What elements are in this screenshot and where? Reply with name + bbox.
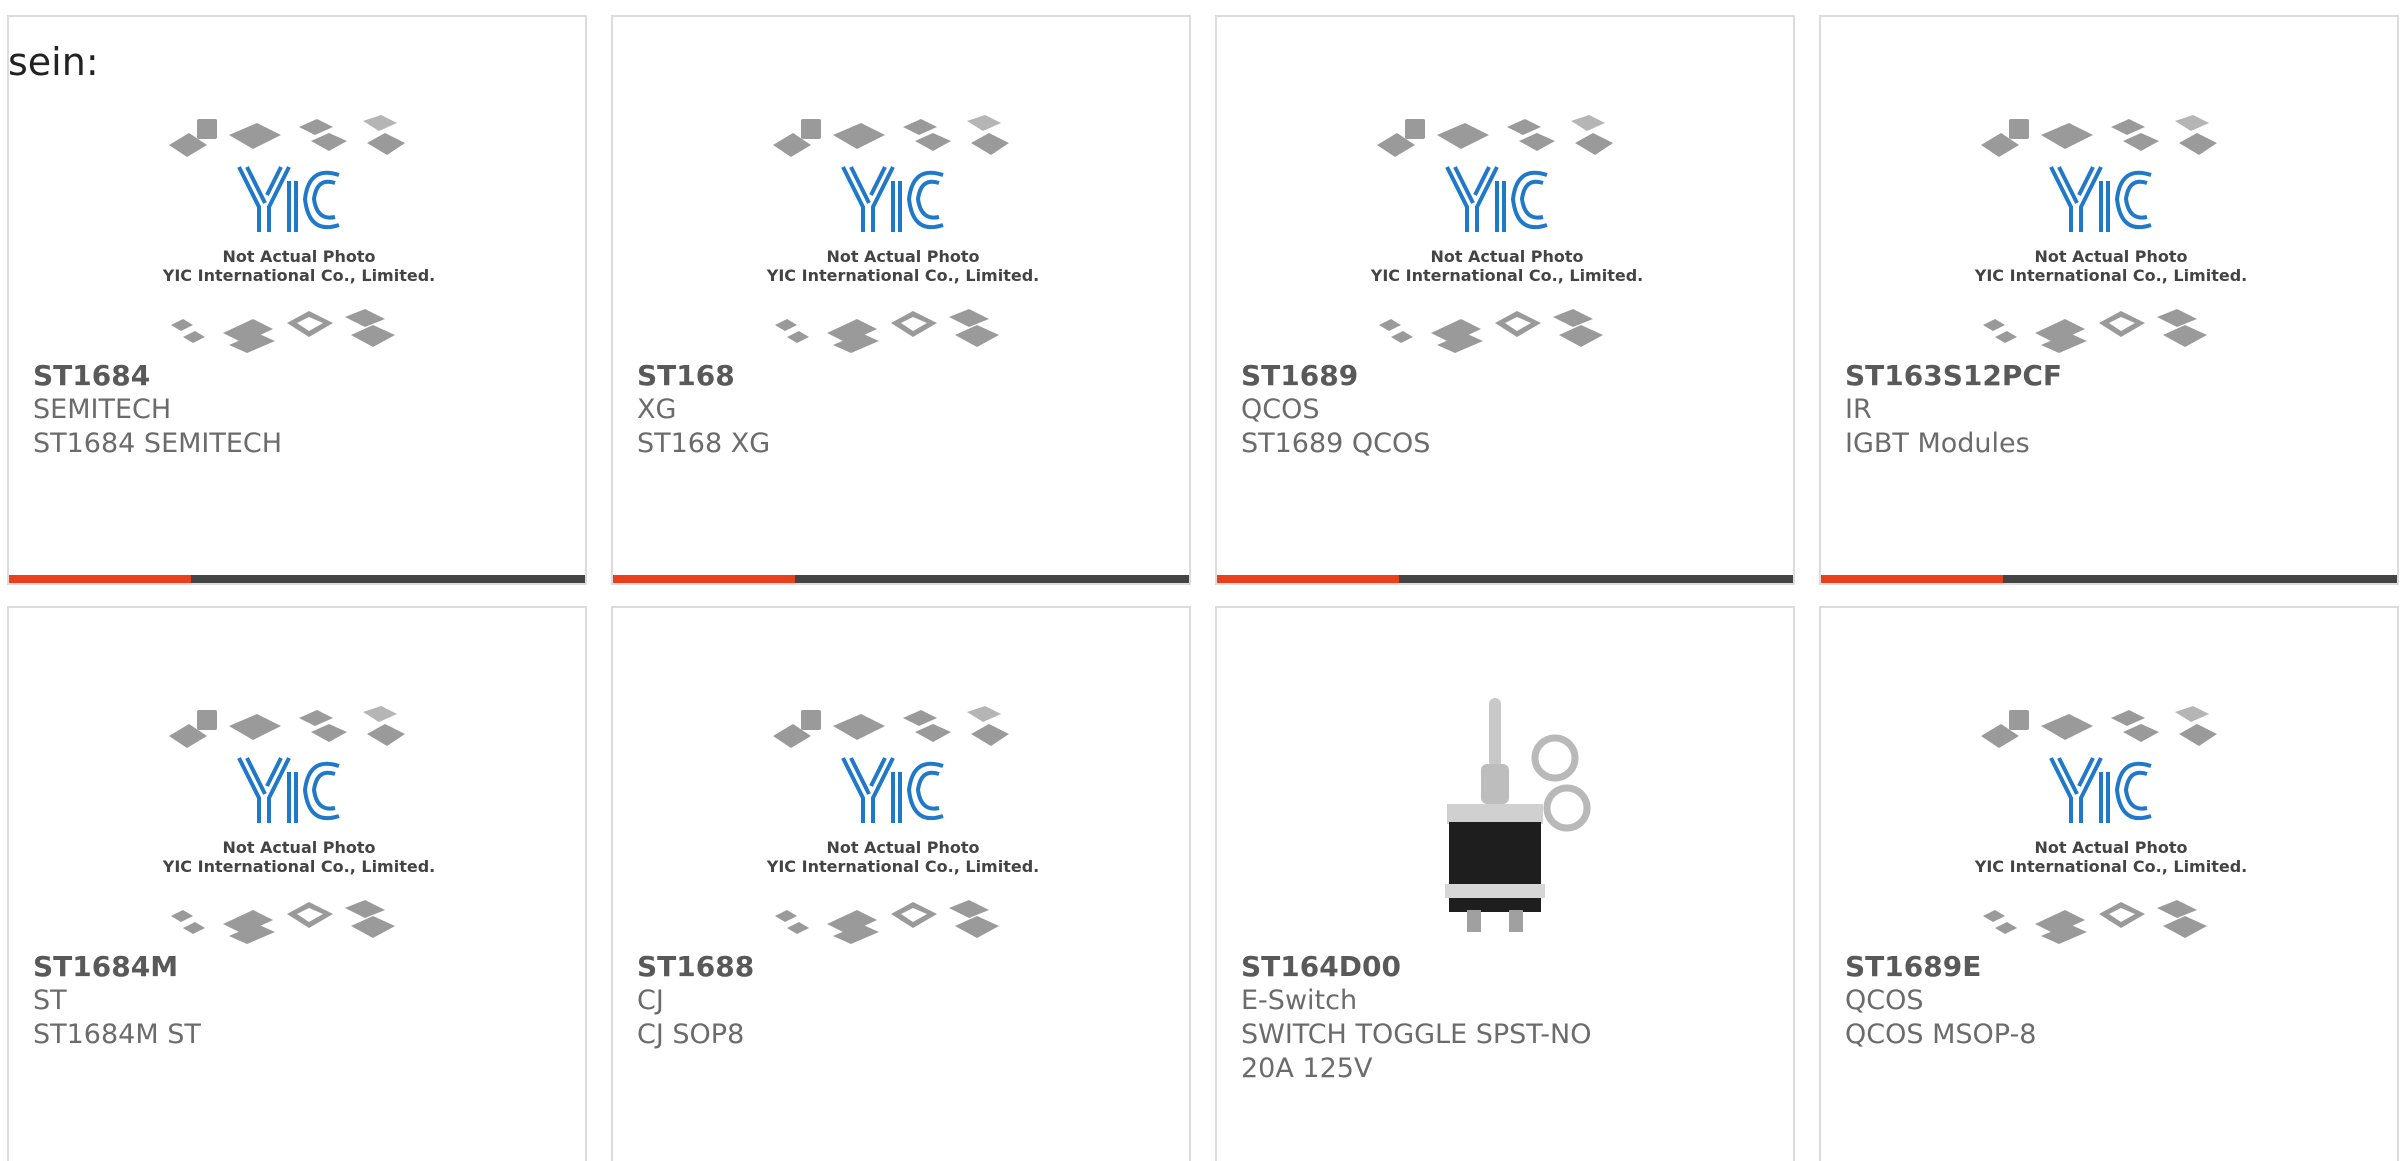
product-card[interactable]: Not Actual Photo YIC International Co., … (1215, 15, 1795, 585)
product-grid: Not Actual Photo YIC International Co., … (7, 15, 2400, 1161)
page-text-fragment: sein: (8, 40, 99, 84)
card-bottom-bar (1821, 575, 2397, 583)
part-number[interactable]: ST1689E (1845, 950, 2315, 984)
brand: CJ (637, 985, 664, 1016)
card-accent-bar (9, 575, 191, 583)
product-info: ST1689 QCOS ST1689 QCOS (1241, 359, 1711, 461)
part-number[interactable]: ST1684 (33, 359, 503, 393)
product-image-placeholder[interactable]: Not Actual Photo YIC International Co., … (1357, 97, 1657, 367)
description: ST1689 QCOS (1241, 428, 1431, 459)
description: ST1684M ST (33, 1019, 201, 1050)
product-card[interactable]: Not Actual Photo YIC International Co., … (1819, 606, 2399, 1161)
product-info: ST164D00 E-Switch SWITCH TOGGLE SPST-NO … (1241, 950, 1711, 1086)
product-image-placeholder[interactable]: Not Actual Photo YIC International Co., … (149, 97, 449, 367)
product-image-placeholder[interactable]: Not Actual Photo YIC International Co., … (1961, 688, 2261, 958)
placeholder-caption-line1: Not Actual Photo (826, 838, 979, 857)
product-card[interactable]: Not Actual Photo YIC International Co., … (611, 15, 1191, 585)
brand: ST (33, 985, 67, 1016)
product-card[interactable]: Not Actual Photo YIC International Co., … (7, 15, 587, 585)
card-accent-bar (1217, 575, 1399, 583)
placeholder-caption-line1: Not Actual Photo (1430, 247, 1583, 266)
placeholder-caption-line1: Not Actual Photo (222, 247, 375, 266)
product-info: ST168 XG ST168 XG (637, 359, 1107, 461)
description: IGBT Modules (1845, 428, 2030, 459)
product-info: ST1684M ST ST1684M ST (33, 950, 503, 1052)
product-image-placeholder[interactable]: Not Actual Photo YIC International Co., … (753, 688, 1053, 958)
product-image-placeholder[interactable]: Not Actual Photo YIC International Co., … (753, 97, 1053, 367)
brand: XG (637, 394, 677, 425)
part-number[interactable]: ST168 (637, 359, 1107, 393)
card-bottom-bar (613, 575, 1189, 583)
product-card[interactable]: ST164D00 E-Switch SWITCH TOGGLE SPST-NO … (1215, 606, 1795, 1161)
placeholder-caption-line1: Not Actual Photo (826, 247, 979, 266)
placeholder-caption-line2: YIC International Co., Limited. (162, 266, 435, 285)
placeholder-caption-line2: YIC International Co., Limited. (1370, 266, 1643, 285)
toggle-switch-icon (1357, 688, 1657, 958)
product-card[interactable]: Not Actual Photo YIC International Co., … (1819, 15, 2399, 585)
placeholder-caption-line2: YIC International Co., Limited. (766, 266, 1039, 285)
card-accent-bar (613, 575, 795, 583)
product-card[interactable]: Not Actual Photo YIC International Co., … (7, 606, 587, 1161)
part-number[interactable]: ST163S12PCF (1845, 359, 2315, 393)
placeholder-caption-line1: Not Actual Photo (222, 838, 375, 857)
card-bottom-bar (1217, 575, 1793, 583)
page: sein: Not Actual Photo YIC International… (0, 0, 2400, 1161)
product-info: ST1688 CJ CJ SOP8 (637, 950, 1107, 1052)
brand: SEMITECH (33, 394, 172, 425)
part-number[interactable]: ST164D00 (1241, 950, 1711, 984)
brand: E-Switch (1241, 985, 1358, 1016)
product-info: ST1684 SEMITECH ST1684 SEMITECH (33, 359, 503, 461)
product-image-placeholder[interactable]: Not Actual Photo YIC International Co., … (149, 688, 449, 958)
card-accent-bar (1821, 575, 2003, 583)
brand: IR (1845, 394, 1872, 425)
brand: QCOS (1845, 985, 1924, 1016)
placeholder-caption-line2: YIC International Co., Limited. (1974, 266, 2247, 285)
product-image-placeholder[interactable]: Not Actual Photo YIC International Co., … (1961, 97, 2261, 367)
placeholder-caption-line2: YIC International Co., Limited. (162, 857, 435, 876)
product-info: ST1689E QCOS QCOS MSOP-8 (1845, 950, 2315, 1052)
product-info: ST163S12PCF IR IGBT Modules (1845, 359, 2315, 461)
placeholder-caption-line1: Not Actual Photo (2034, 838, 2187, 857)
description: QCOS MSOP-8 (1845, 1019, 2037, 1050)
description: CJ SOP8 (637, 1019, 745, 1050)
brand: QCOS (1241, 394, 1320, 425)
card-bottom-bar (9, 575, 585, 583)
part-number[interactable]: ST1689 (1241, 359, 1711, 393)
placeholder-caption-line2: YIC International Co., Limited. (1974, 857, 2247, 876)
part-number[interactable]: ST1684M (33, 950, 503, 984)
description: ST1684 SEMITECH (33, 428, 283, 459)
placeholder-caption-line2: YIC International Co., Limited. (766, 857, 1039, 876)
description: ST168 XG (637, 428, 771, 459)
product-photo-toggle-switch[interactable] (1357, 688, 1657, 958)
part-number[interactable]: ST1688 (637, 950, 1107, 984)
placeholder-caption-line1: Not Actual Photo (2034, 247, 2187, 266)
product-card[interactable]: Not Actual Photo YIC International Co., … (611, 606, 1191, 1161)
description: SWITCH TOGGLE SPST-NO 20A 125V (1241, 1019, 1592, 1084)
